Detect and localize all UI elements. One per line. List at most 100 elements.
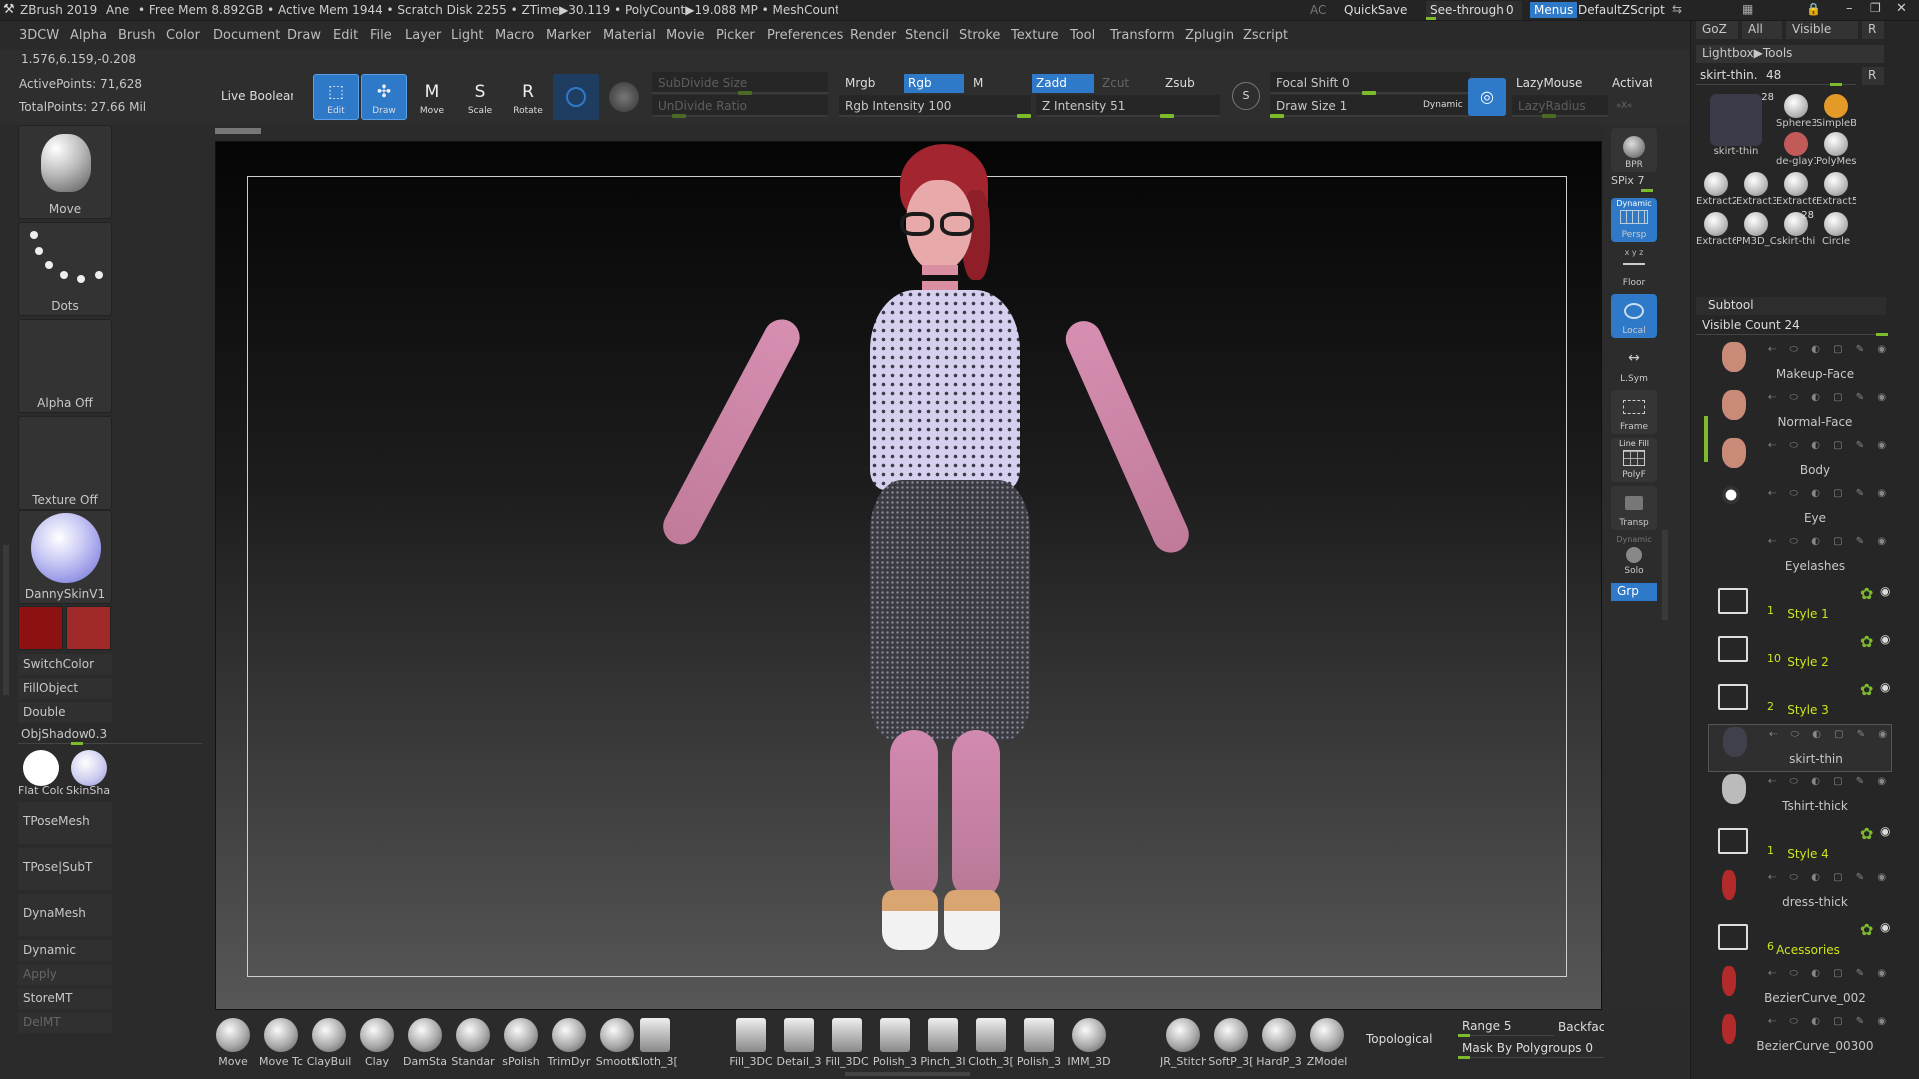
see-through-slider[interactable]: See-through 0 (1426, 1, 1522, 20)
visible-button[interactable]: Visible (1786, 21, 1858, 39)
dynamic-button[interactable]: Dynamic (18, 940, 112, 961)
menu-item-macro[interactable]: Macro (495, 28, 534, 43)
apply-button[interactable]: Apply (18, 964, 112, 985)
grp-button[interactable]: Grp (1611, 583, 1657, 601)
subtool-item[interactable]: ⇠ ⬭ ◐ ▢ ✎ ◉ skirt-thin (1708, 724, 1892, 772)
right-shelf-scroll-handle[interactable] (1662, 530, 1668, 620)
draw-button[interactable]: ✣ Draw (361, 74, 407, 120)
persp-button[interactable]: Dynamic Persp (1611, 198, 1657, 242)
gear-icon[interactable]: ✿ (1860, 920, 1873, 939)
gear-icon[interactable]: ✿ (1860, 824, 1873, 843)
subtool-item[interactable]: ⇠ ⬭ ◐ ▢ ✎ ◉ Tshirt-thick (1708, 772, 1892, 820)
del-mt-button[interactable]: DelMT (18, 1012, 112, 1033)
tool-thumbnail[interactable]: Sphere3 (1776, 92, 1816, 130)
local-button[interactable]: Local (1611, 294, 1657, 338)
tool-thumbnail[interactable]: Circle (1816, 210, 1856, 248)
tool-thumbnail[interactable]: skirt-thin 28 (1696, 92, 1776, 164)
bpr-button[interactable]: BPR (1611, 128, 1657, 172)
subtool-header[interactable]: Subtool (1696, 297, 1886, 315)
brush-shelf-item[interactable]: Polish_3 (1016, 1018, 1062, 1076)
bottom-shelf-scroll-handle[interactable] (845, 1072, 970, 1076)
subtool-folder[interactable]: ✿ ◉ 1 Style 1 (1708, 580, 1892, 628)
lazymouse-button[interactable]: LazyMouse (1516, 76, 1582, 90)
menus-toggle[interactable]: Menus (1530, 2, 1578, 18)
subtool-item[interactable]: ⇠ ⬭ ◐ ▢ ✎ ◉ Body (1708, 436, 1892, 484)
brush-shelf-item[interactable]: ZModel (1304, 1018, 1350, 1076)
brush-shelf-item[interactable]: Clay (354, 1018, 400, 1076)
subtool-toggle-icons[interactable]: ⇠ ⬭ ◐ ▢ ✎ ◉ (1768, 392, 1898, 404)
default-zscript[interactable]: DefaultZScript (1578, 3, 1665, 17)
subtool-folder[interactable]: ✿ ◉ 1 Style 4 (1708, 820, 1892, 868)
fill-object-button[interactable]: FillObject (18, 678, 112, 699)
menu-item-preferences[interactable]: Preferences (767, 28, 843, 43)
current-tool-slider[interactable]: skirt-thin. 48 (1696, 67, 1856, 86)
spix-slider[interactable]: SPix 7 (1611, 174, 1657, 192)
lazyradius-slider[interactable]: LazyRadius (1512, 95, 1608, 118)
z-intensity-slider[interactable]: Z Intensity 51 (1036, 95, 1220, 118)
subtool-folder[interactable]: ✿ ◉ 6 Acessories (1708, 916, 1892, 964)
brush-shelf-item[interactable]: Cloth_3[ (968, 1018, 1014, 1076)
subtool-folder[interactable]: ✿ ◉ 2 Style 3 (1708, 676, 1892, 724)
sculptris-pro-icon[interactable] (553, 74, 599, 120)
main-color-swatch[interactable] (18, 606, 63, 650)
lock-icon[interactable]: 🔒 (1806, 2, 1821, 16)
subtool-toggle-icons[interactable]: ⇠ ⬭ ◐ ▢ ✎ ◉ (1768, 872, 1898, 884)
quicksave-button[interactable]: QuickSave (1344, 3, 1407, 17)
r-button[interactable]: R (1862, 21, 1884, 39)
menu-item-stencil[interactable]: Stencil (905, 28, 949, 43)
alpha-picker[interactable]: Alpha Off (18, 319, 112, 413)
move-button[interactable]: M Move (409, 74, 455, 120)
solo-button[interactable]: Dynamic Solo (1611, 534, 1657, 578)
brush-shelf-item[interactable]: Standar (450, 1018, 496, 1076)
viewport-scroll-indicator[interactable] (215, 128, 261, 134)
subtool-item[interactable]: ⇠ ⬭ ◐ ▢ ✎ ◉ Eye (1708, 484, 1892, 532)
brush-shelf-item[interactable]: IMM_3D (1066, 1018, 1112, 1076)
subtool-toggle-icons[interactable]: ⇠ ⬭ ◐ ▢ ✎ ◉ (1768, 1016, 1898, 1028)
eye-icon[interactable]: ◉ (1880, 632, 1890, 646)
subtool-toggle-icons[interactable]: ⇠ ⬭ ◐ ▢ ✎ ◉ (1769, 729, 1899, 741)
draw-size-slider[interactable]: Draw Size 1 Dynamic (1270, 95, 1470, 118)
subtool-item[interactable]: ⇠ ⬭ ◐ ▢ ✎ ◉ Normal-Face (1708, 388, 1892, 436)
character-model[interactable] (656, 140, 1195, 1010)
brush-shelf-item[interactable]: DamSta (402, 1018, 448, 1076)
texture-picker[interactable]: Texture Off (18, 416, 112, 510)
stroke-s-icon[interactable]: S (1232, 82, 1260, 110)
menu-item-brush[interactable]: Brush (118, 28, 156, 43)
menu-item-movie[interactable]: Movie (666, 28, 704, 43)
subtool-item[interactable]: ⇠ ⬭ ◐ ▢ ✎ ◉ BezierCurve_00300 (1708, 1012, 1892, 1060)
menu-item-stroke[interactable]: Stroke (959, 28, 1000, 43)
tool-thumbnail[interactable]: Extract6 (1776, 170, 1816, 208)
menu-item-alpha[interactable]: Alpha (70, 28, 107, 43)
tool-thumbnail[interactable]: skirt-thi 28 (1776, 210, 1816, 248)
subtool-folder[interactable]: ✿ ◉ 10 Style 2 (1708, 628, 1892, 676)
subtool-toggle-icons[interactable]: ⇠ ⬭ ◐ ▢ ✎ ◉ (1768, 440, 1898, 452)
see-through-knob[interactable] (1426, 17, 1436, 20)
menu-item-3dcw[interactable]: 3DCW (19, 28, 59, 43)
zsub-button[interactable]: Zsub (1165, 76, 1195, 90)
eye-icon[interactable]: ◉ (1880, 824, 1890, 838)
r-button-2[interactable]: R (1862, 67, 1884, 85)
double-button[interactable]: Double (18, 702, 112, 723)
collapse-arrows-icon[interactable]: »X« (1616, 101, 1632, 111)
focal-shift-slider[interactable]: Focal Shift 0 (1270, 72, 1470, 95)
subtool-item[interactable]: ⇠ ⬭ ◐ ▢ ✎ ◉ BezierCurve_002 (1708, 964, 1892, 1012)
menu-item-zscript[interactable]: Zscript (1243, 28, 1288, 43)
scale-button[interactable]: S Scale (457, 74, 503, 120)
objshadow-knob[interactable] (71, 742, 83, 745)
subtool-toggle-icons[interactable]: ⇠ ⬭ ◐ ▢ ✎ ◉ (1768, 968, 1898, 980)
restore-icon[interactable]: ❐ (1870, 1, 1881, 15)
brush-shelf-item[interactable]: HardP_3 (1256, 1018, 1302, 1076)
range-knob[interactable] (1458, 1034, 1470, 1037)
skin-shade-material[interactable]: SkinSha (66, 748, 111, 798)
brush-shelf-item[interactable]: TrimDyr (546, 1018, 592, 1076)
store-mt-button[interactable]: StoreMT (18, 988, 112, 1009)
brush-shelf-item[interactable]: Fill_3DC (824, 1018, 870, 1076)
visible-count-knob[interactable] (1876, 333, 1888, 336)
menu-item-color[interactable]: Color (166, 28, 200, 43)
backface-button[interactable]: Backfac (1558, 1020, 1604, 1034)
rgb-intensity-slider[interactable]: Rgb Intensity 100 (839, 95, 1031, 118)
subtool-toggle-icons[interactable]: ⇠ ⬭ ◐ ▢ ✎ ◉ (1768, 488, 1898, 500)
brush-shelf-item[interactable]: JR_Stitch (1160, 1018, 1206, 1076)
brush-shelf-item[interactable]: Polish_3 (872, 1018, 918, 1076)
minimize-icon[interactable]: – (1846, 1, 1853, 16)
